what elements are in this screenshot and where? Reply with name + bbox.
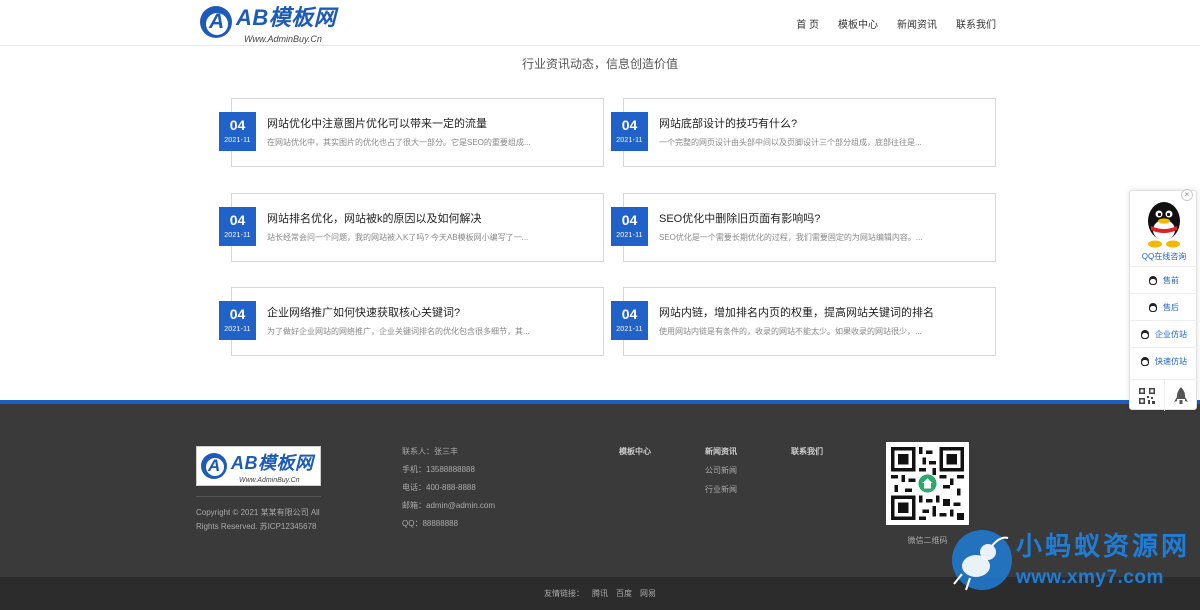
news-card[interactable]: 04 2021-11 SEO优化中删除旧页面有影响吗? SEO优化是一个需要长期优… xyxy=(611,193,996,262)
news-card[interactable]: 04 2021-11 网站底部设计的技巧有什么? 一个完整的网页设计由头部中间以及… xyxy=(611,98,996,167)
logo-title: AB模板网 xyxy=(236,5,337,30)
contact-email: 邮箱：admin@admin.com xyxy=(402,501,496,510)
footer-divider xyxy=(196,496,321,497)
footer-link-industry-news[interactable]: 行业新闻 xyxy=(705,484,737,495)
nav-templates[interactable]: 模板中心 xyxy=(838,16,878,31)
watermark: 小蚂蚁资源网 www.xmy7.com xyxy=(948,524,1200,596)
footer-link-company-news[interactable]: 公司新闻 xyxy=(705,465,737,476)
news-summary: 站长经常会问一个问题，我的网站被入K了吗? 今天AB模板网小编写了一... xyxy=(267,233,529,242)
news-summary: 为了做好企业网站的网络推广，企业关键词排名的优化包含很多细节，其... xyxy=(267,327,530,336)
service-aftersale[interactable]: 售后 xyxy=(1130,293,1198,320)
logo-mark-icon: A xyxy=(201,453,227,479)
friend-link-baidu[interactable]: 百度 xyxy=(616,588,632,599)
news-card[interactable]: 04 2021-11 网站内链，增加排名内页的权重，提高网站关键词的排名 使用网站… xyxy=(611,287,996,356)
contact-info: 联系人：张三丰 手机：13588888888 电话：400-888-8888 邮… xyxy=(402,446,495,536)
news-title[interactable]: 网站排名优化，网站被k的原因以及如何解决 xyxy=(267,210,482,226)
footer-link-news[interactable]: 新闻资讯 xyxy=(705,446,737,457)
main-nav: 首 页 模板中心 新闻资讯 联系我们 xyxy=(777,16,996,31)
section-slogan: 行业资讯动态，信息创造价值 xyxy=(521,57,678,71)
news-summary: SEO优化是一个需要长期优化的过程，我们需要固定的为网站编辑内容。... xyxy=(659,233,923,242)
qr-code-icon[interactable] xyxy=(1130,380,1165,411)
news-card[interactable]: 04 2021-11 企业网络推广如何快速获取核心关键词? 为了做好企业网站的网络… xyxy=(219,287,604,356)
float-panel-footer xyxy=(1130,379,1198,411)
news-card[interactable]: 04 2021-11 网站排名优化，网站被k的原因以及如何解决 站长经常会问一个问… xyxy=(219,193,604,262)
nav-news[interactable]: 新闻资讯 xyxy=(897,16,937,31)
service-quick-clone[interactable]: 快速仿站 xyxy=(1130,347,1198,374)
date-badge: 04 2021-11 xyxy=(611,301,648,340)
footer-col-contact: 联系我们 xyxy=(791,446,823,465)
news-title[interactable]: 网站内链，增加排名内页的权重，提高网站关键词的排名 xyxy=(659,304,934,320)
footer-logo[interactable]: A AB模板网 Www.AdminBuy.Cn xyxy=(196,446,321,486)
nav-home[interactable]: 首 页 xyxy=(796,16,819,31)
date-badge: 04 2021-11 xyxy=(611,207,648,246)
news-summary: 一个完整的网页设计由头部中间以及页脚设计三个部分组成，底部往往是... xyxy=(659,138,922,147)
friend-link-tencent[interactable]: 腾讯 xyxy=(592,588,608,599)
site-logo[interactable]: A AB模板网 Www.AdminBuy.Cn xyxy=(200,5,336,44)
qq-icon xyxy=(1149,302,1157,312)
qq-icon xyxy=(1149,275,1157,285)
watermark-title: 小蚂蚁资源网 xyxy=(1016,531,1191,561)
footer-logo-url: Www.AdminBuy.Cn xyxy=(239,476,300,484)
date-badge: 04 2021-11 xyxy=(219,112,256,151)
contact-mobile: 手机：13588888888 xyxy=(402,465,475,474)
service-enterprise-clone[interactable]: 企业仿站 xyxy=(1130,320,1198,347)
site-header: A AB模板网 Www.AdminBuy.Cn 首 页 模板中心 新闻资讯 联系… xyxy=(0,0,1200,46)
friend-link-netease[interactable]: 网易 xyxy=(640,588,656,599)
copyright-text: Copyright © 2021 某某有限公司 All Rights Reser… xyxy=(196,508,320,531)
news-title[interactable]: 企业网络推广如何快速获取核心关键词? xyxy=(267,304,460,320)
nav-contact[interactable]: 联系我们 xyxy=(956,16,996,31)
back-to-top-icon[interactable] xyxy=(1165,380,1199,411)
contact-qq: QQ：88888888 xyxy=(402,519,459,528)
wechat-qr-code xyxy=(886,442,969,525)
news-title[interactable]: 网站底部设计的技巧有什么? xyxy=(659,115,797,131)
news-card[interactable]: 04 2021-11 网站优化中注意图片优化可以带来一定的流量 在网站优化中，其实… xyxy=(219,98,604,167)
date-badge: 04 2021-11 xyxy=(611,112,648,151)
qq-icon xyxy=(1141,356,1149,366)
logo-mark-icon: A xyxy=(200,6,232,38)
footer-logo-title: AB模板网 xyxy=(231,452,314,473)
qq-icon xyxy=(1141,329,1149,339)
contact-person: 联系人：张三丰 xyxy=(402,447,458,456)
service-presale[interactable]: 售前 xyxy=(1130,266,1198,293)
contact-phone: 电话：400-888-8888 xyxy=(402,483,476,492)
watermark-url: www.xmy7.com xyxy=(1016,567,1164,588)
news-title[interactable]: SEO优化中删除旧页面有影响吗? xyxy=(659,210,820,226)
news-summary: 在网站优化中，其实图片的优化也占了很大一部分。它是SEO的重要组成... xyxy=(267,138,531,147)
date-badge: 04 2021-11 xyxy=(219,301,256,340)
qq-consult-label[interactable]: QQ在线咨询 xyxy=(1130,251,1198,262)
ant-logo-icon xyxy=(952,530,1012,591)
online-service-panel: × QQ在线咨询 售前 售后 企业仿站 快速仿站 xyxy=(1129,189,1198,411)
footer-col-templates: 模板中心 xyxy=(619,446,651,465)
friend-links-label: 友情链接： xyxy=(544,589,584,598)
logo-url: Www.AdminBuy.Cn xyxy=(244,34,322,44)
footer-col-news: 新闻资讯 公司新闻 行业新闻 xyxy=(705,446,737,503)
qq-penguin-icon xyxy=(1148,202,1180,248)
news-summary: 使用网站内链是有条件的，收录的网站不能太少。如果收录的网站很少，... xyxy=(659,327,922,336)
footer-link-templates[interactable]: 模板中心 xyxy=(619,446,651,457)
footer-link-contact[interactable]: 联系我们 xyxy=(791,446,823,457)
news-title[interactable]: 网站优化中注意图片优化可以带来一定的流量 xyxy=(267,115,487,131)
date-badge: 04 2021-11 xyxy=(219,207,256,246)
